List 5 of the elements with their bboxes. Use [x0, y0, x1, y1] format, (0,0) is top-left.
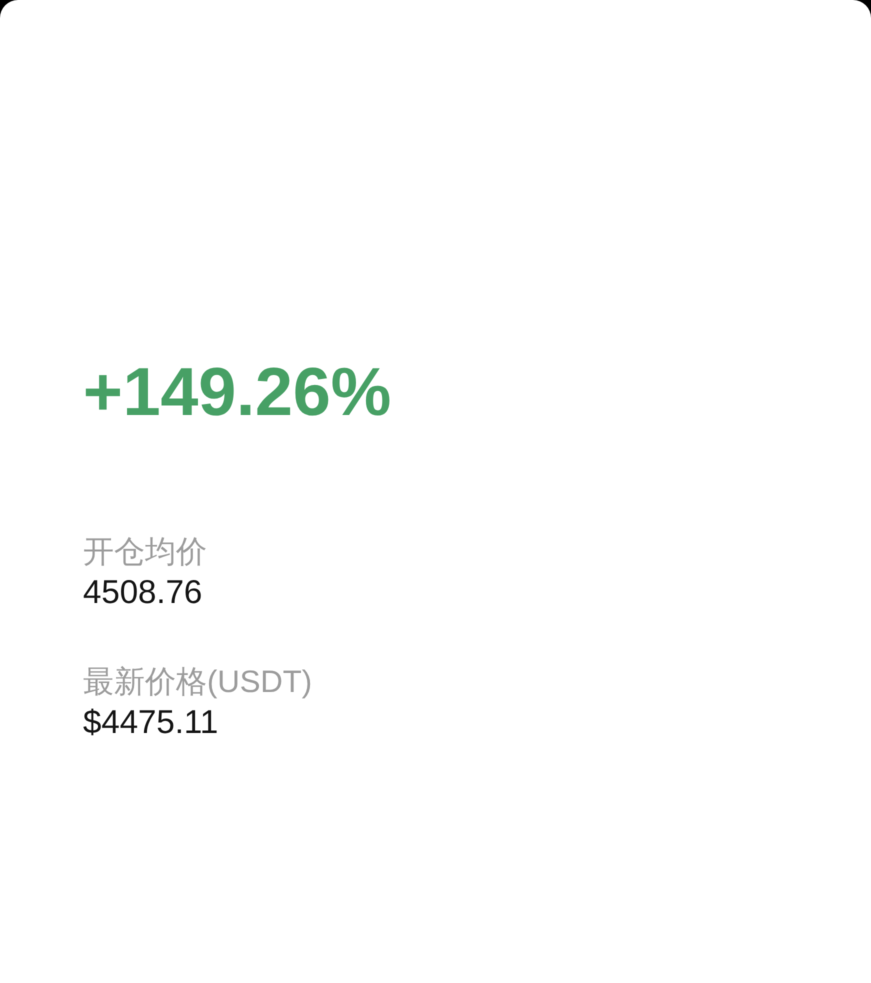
field-value: $4475.11 — [83, 702, 218, 742]
field-value: 4508.76 — [83, 572, 202, 612]
profit-percentage: +149.26% — [83, 358, 392, 426]
field-label: 开仓均价 — [83, 533, 207, 571]
field-label: 最新价格(USDT) — [83, 663, 312, 701]
